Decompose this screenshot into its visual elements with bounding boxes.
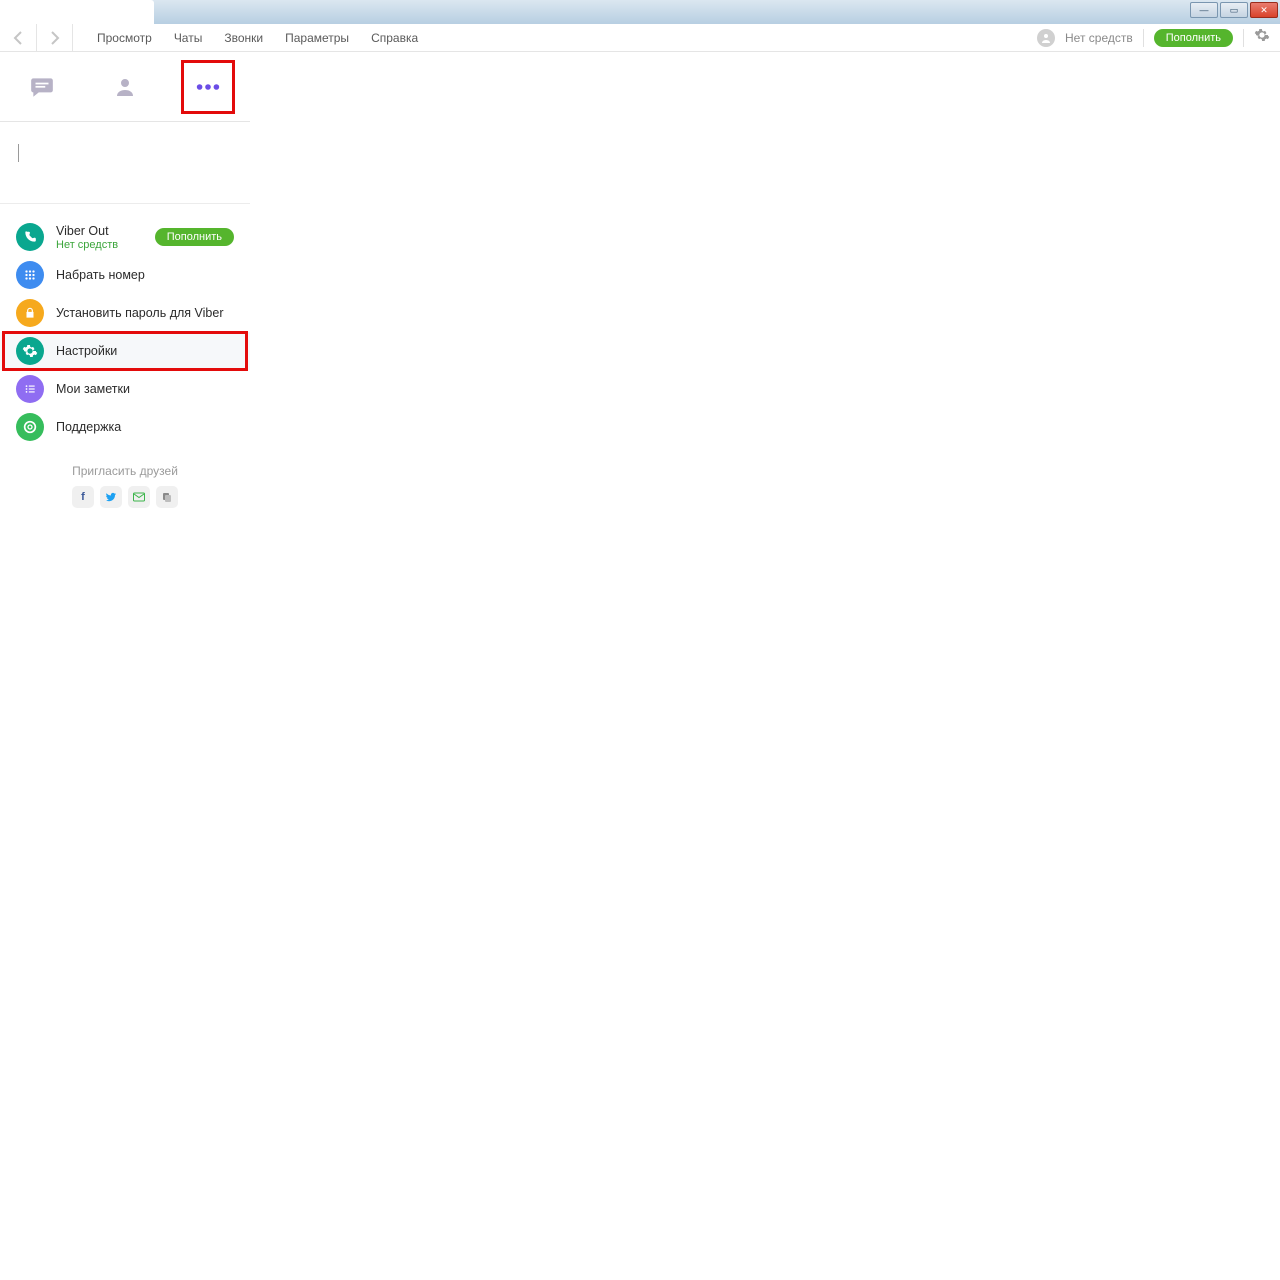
invite-friends-block: Пригласить друзей f [0,446,250,508]
more-dots-icon [194,82,222,92]
phone-icon [16,223,44,251]
chat-icon [29,74,55,100]
window-controls: — ▭ ✕ [1190,0,1280,18]
support-icon [16,413,44,441]
viber-out-topup-button[interactable]: Пополнить [155,228,234,246]
sidebar-menu: Viber Out Нет средств Пополнить Набрать … [0,204,250,508]
sidebar-item-password[interactable]: Установить пароль для Viber [0,294,250,332]
menu-view[interactable]: Просмотр [97,31,152,45]
dialpad-icon [16,261,44,289]
topup-button[interactable]: Пополнить [1154,29,1233,47]
divider [1143,29,1144,47]
sidebar-item-notes[interactable]: Мои заметки [0,370,250,408]
minimize-button[interactable]: — [1190,2,1218,18]
chevron-left-icon [13,31,23,45]
sidebar-top-tabs [0,52,250,122]
maximize-button[interactable]: ▭ [1220,2,1248,18]
share-facebook-button[interactable]: f [72,486,94,508]
settings-gear-button[interactable] [1254,27,1270,48]
menubar: Просмотр Чаты Звонки Параметры Справка Н… [0,24,1280,52]
divider [1243,29,1244,47]
user-avatar-icon[interactable] [1037,29,1055,47]
viber-out-title: Viber Out [56,224,143,238]
window-titlebar: — ▭ ✕ [0,0,1280,24]
person-icon [113,75,137,99]
sidebar-item-support[interactable]: Поддержка [0,408,250,446]
gear-icon [1254,27,1270,43]
share-twitter-button[interactable] [100,486,122,508]
sidebar-item-viber-out[interactable]: Viber Out Нет средств Пополнить [0,218,250,256]
text-cursor [18,144,19,162]
chevron-right-icon [50,31,60,45]
lock-icon [16,299,44,327]
sidebar-item-dial[interactable]: Набрать номер [0,256,250,294]
sidebar-item-label: Настройки [56,344,234,358]
sidebar-item-settings[interactable]: Настройки [0,332,250,370]
viber-out-status: Нет средств [56,239,143,251]
copy-icon [161,491,173,503]
mail-icon [133,492,145,502]
title-tab [0,0,154,24]
menu-options[interactable]: Параметры [285,31,349,45]
twitter-icon [105,491,117,503]
share-copy-button[interactable] [156,486,178,508]
gear-icon [16,337,44,365]
tab-contacts[interactable] [105,67,145,107]
sidebar-item-label: Набрать номер [56,268,234,282]
close-button[interactable]: ✕ [1250,2,1278,18]
facebook-icon: f [81,491,85,503]
menu-help[interactable]: Справка [371,31,418,45]
search-area[interactable] [0,122,250,204]
tab-more[interactable] [188,67,228,107]
person-icon [1040,32,1052,44]
invite-title: Пригласить друзей [0,464,250,478]
list-icon [16,375,44,403]
share-email-button[interactable] [128,486,150,508]
tab-chats[interactable] [22,67,62,107]
sidebar-item-label: Поддержка [56,420,234,434]
nav-arrows [0,24,73,51]
menu-items: Просмотр Чаты Звонки Параметры Справка [73,24,418,51]
nav-forward-button[interactable] [36,24,72,51]
menu-calls[interactable]: Звонки [224,31,263,45]
menubar-right: Нет средств Пополнить [1037,24,1280,51]
sidebar-item-label: Мои заметки [56,382,234,396]
nav-back-button[interactable] [0,24,36,51]
credit-status: Нет средств [1065,31,1133,45]
menu-chats[interactable]: Чаты [174,31,203,45]
sidebar-item-label: Установить пароль для Viber [56,306,234,320]
